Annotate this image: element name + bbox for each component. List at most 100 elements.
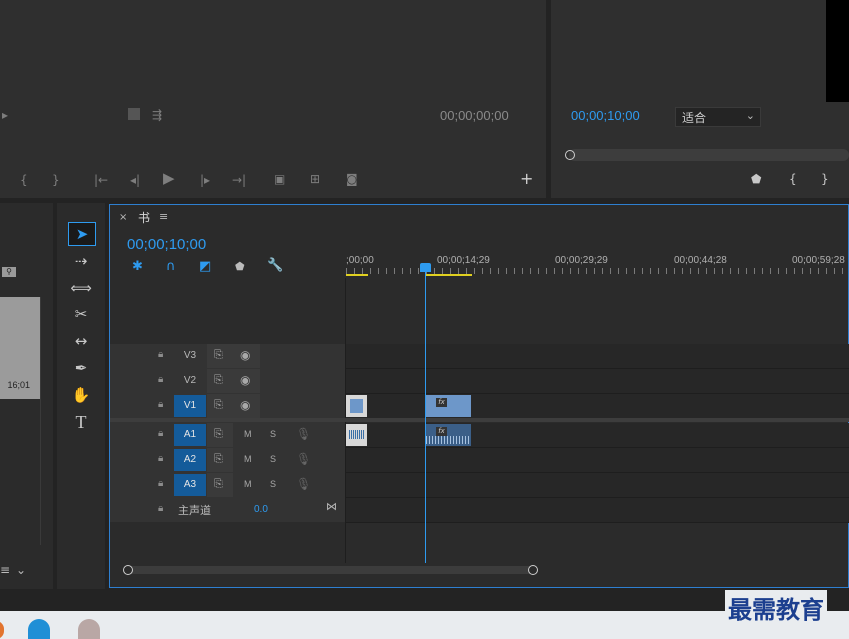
mute-button[interactable]: M [244, 479, 252, 489]
mark-out-icon[interactable]: } [52, 173, 60, 187]
eye-icon[interactable]: ◉ [240, 348, 250, 362]
razor-tool-icon[interactable]: ✂ [68, 303, 94, 325]
close-tab-icon[interactable]: × [119, 212, 127, 223]
microphone-icon[interactable]: 🎙︎ [296, 477, 311, 491]
ruler-label: 00;00;59;28 [792, 255, 845, 266]
eye-icon[interactable]: ◉ [240, 373, 250, 387]
go-to-in-icon[interactable]: |← [94, 173, 108, 187]
sync-lock-icon[interactable]: ⎘ [214, 478, 223, 491]
master-volume-value[interactable]: 0.0 [254, 504, 268, 515]
search-icon[interactable]: ⚲ [2, 267, 16, 277]
timeline-timecode[interactable]: 00;00;10;00 [127, 236, 206, 253]
go-to-out-icon[interactable]: →| [232, 173, 246, 187]
sync-lock-icon[interactable]: ⎘ [214, 428, 223, 441]
pen-tool-icon[interactable]: ✒ [68, 357, 94, 379]
play-indicator-icon[interactable]: ▸ [2, 108, 8, 122]
work-area-bar-2[interactable] [426, 274, 472, 276]
work-area-bar[interactable] [346, 274, 368, 276]
chevron-down-icon-project[interactable]: ⌄ [16, 563, 26, 577]
go-to-out-point-icon[interactable]: ⋈ [326, 500, 337, 513]
play-icon[interactable]: ▶ [163, 171, 175, 186]
lock-icon[interactable]: 🔒︎ [158, 478, 163, 489]
mark-in-icon-program[interactable]: { [789, 172, 797, 186]
program-monitor: 00;00;10;00 适合 ⌄ ⬟ { } [551, 0, 849, 198]
playhead-line[interactable] [425, 272, 426, 563]
track-v2[interactable] [346, 369, 849, 394]
microphone-icon[interactable]: 🎙︎ [296, 452, 311, 466]
step-forward-icon[interactable]: |▸ [200, 173, 210, 187]
timeline-tab-label[interactable]: 书 [138, 209, 150, 226]
linked-selection-icon[interactable]: ◩ [199, 259, 211, 274]
ripple-edit-tool-icon[interactable]: ⟺ [68, 277, 94, 299]
sync-lock-icon[interactable]: ⎘ [214, 453, 223, 466]
sync-lock-icon[interactable]: ⎘ [214, 349, 223, 362]
panel-menu-icon[interactable]: ≡ [159, 210, 168, 223]
eye-icon[interactable]: ◉ [240, 398, 250, 412]
nest-sequence-icon[interactable]: ✱ [132, 259, 143, 274]
insert-overlay-icon[interactable]: ⇶ [152, 108, 162, 122]
solo-button[interactable]: S [270, 479, 276, 489]
project-panel: ⚲ 16;01 ≡ ⌄ [0, 203, 53, 589]
playhead-head[interactable] [420, 263, 431, 272]
audio-clip[interactable]: fx [426, 424, 471, 446]
export-frame-box-icon[interactable] [128, 108, 140, 120]
track-master[interactable] [346, 498, 849, 523]
track-a3[interactable] [346, 473, 849, 498]
step-back-icon[interactable]: ◂| [130, 173, 140, 187]
selection-tool-icon[interactable]: ➤ [68, 222, 96, 246]
fit-dropdown[interactable]: 适合 ⌄ [675, 107, 761, 127]
scrollbar-handle-right[interactable] [528, 565, 538, 575]
clip-thumbnail[interactable]: 16;01 [0, 297, 40, 399]
track-v1[interactable] [346, 394, 849, 419]
slip-tool-icon[interactable]: ↔ [68, 330, 94, 352]
hand-tool-icon[interactable]: ✋ [68, 384, 94, 406]
video-clip[interactable]: fx [426, 395, 471, 417]
lock-icon[interactable]: 🔒︎ [158, 428, 163, 439]
add-marker-icon-timeline[interactable]: ⬟ [235, 260, 245, 273]
solo-button[interactable]: S [270, 454, 276, 464]
timeline-scrollbar[interactable] [124, 566, 536, 574]
track-v3[interactable] [346, 344, 849, 369]
sync-lock-icon[interactable]: ⎘ [214, 374, 223, 387]
track-name[interactable]: V3 [174, 345, 206, 367]
lock-icon[interactable]: 🔒︎ [158, 399, 163, 410]
insert-icon[interactable]: ▣ [274, 172, 285, 186]
track-select-tool-icon[interactable]: ⇢ [68, 250, 94, 272]
scrollbar-handle-left[interactable] [123, 565, 133, 575]
track-name[interactable]: A3 [174, 474, 206, 496]
mute-button[interactable]: M [244, 429, 252, 439]
wrench-settings-icon[interactable]: 🔧 [267, 258, 283, 273]
solo-button[interactable]: S [270, 429, 276, 439]
app-avatar-icon[interactable] [78, 619, 100, 639]
watermark-logo: 最需教育 [725, 590, 827, 625]
edge-icon[interactable] [28, 619, 50, 639]
add-button-icon[interactable]: + [520, 171, 533, 187]
camera-icon[interactable]: ◙ [346, 172, 358, 186]
overwrite-icon[interactable]: ⊞ [310, 172, 320, 186]
waveform-icon [349, 430, 364, 439]
track-a2[interactable] [346, 448, 849, 473]
track-name[interactable]: A2 [174, 449, 206, 471]
program-scrubber[interactable] [569, 149, 849, 161]
track-header-v3: 🔒︎ V3 ⎘ ◉ [110, 344, 345, 368]
mark-in-icon[interactable]: { [20, 173, 28, 187]
sync-lock-icon[interactable]: ⎘ [214, 399, 223, 412]
type-tool-icon[interactable]: T [68, 411, 94, 433]
audio-clip-start[interactable] [346, 424, 367, 446]
lock-icon[interactable]: 🔒︎ [158, 453, 163, 464]
track-a1[interactable] [346, 423, 849, 448]
lock-icon[interactable]: 🔒︎ [158, 349, 163, 360]
lock-icon[interactable]: 🔒︎ [158, 374, 163, 385]
sort-icon[interactable]: ≡ [0, 563, 10, 577]
mute-button[interactable]: M [244, 454, 252, 464]
track-name[interactable]: V2 [174, 370, 206, 392]
video-clip-start[interactable] [346, 395, 367, 417]
track-name[interactable]: V1 [174, 395, 206, 417]
program-scrubber-handle[interactable] [565, 150, 575, 160]
microphone-icon[interactable]: 🎙︎ [296, 427, 311, 441]
snap-magnet-icon[interactable]: ∩ [166, 259, 176, 274]
add-marker-icon[interactable]: ⬟ [751, 172, 761, 186]
track-name[interactable]: A1 [174, 424, 206, 446]
mark-out-icon-program[interactable]: } [821, 172, 829, 186]
lock-icon[interactable]: 🔒︎ [158, 503, 163, 514]
